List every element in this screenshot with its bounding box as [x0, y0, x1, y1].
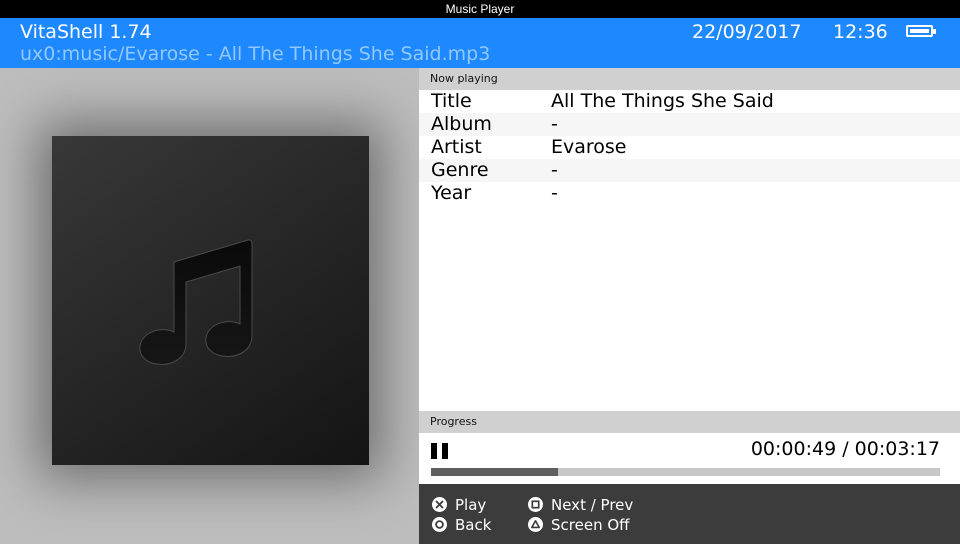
info-row-genre: Genre - — [419, 159, 960, 182]
control-label: Next / Prev — [551, 496, 634, 514]
album-art — [52, 136, 369, 465]
pause-icon[interactable] — [431, 443, 451, 459]
control-label: Play — [455, 496, 487, 514]
date-display: 22/09/2017 — [692, 21, 802, 43]
circle-button-icon — [432, 517, 447, 532]
info-row-year: Year - — [419, 182, 960, 205]
control-label: Back — [455, 516, 492, 534]
music-note-icon — [139, 239, 253, 365]
field-label: Album — [431, 113, 492, 135]
playback-time: 00:00:49 / 00:03:17 — [750, 438, 940, 460]
field-label: Artist — [431, 136, 482, 158]
cross-button-icon — [432, 497, 447, 512]
clock-display: 12:36 — [833, 21, 888, 43]
info-row-album: Album - — [419, 113, 960, 136]
control-label: Screen Off — [551, 516, 630, 534]
field-value: - — [551, 182, 558, 204]
battery-full-icon — [906, 25, 936, 37]
progress-fill — [431, 468, 559, 476]
progress-bar[interactable] — [431, 468, 940, 476]
controls-bar: Play Back Next / Prev Screen Off — [419, 484, 960, 544]
field-value: - — [551, 113, 558, 135]
field-label: Year — [431, 182, 472, 204]
field-value: - — [551, 159, 558, 181]
app-name: VitaShell 1.74 — [20, 21, 152, 43]
info-row-artist: Artist Evarose — [419, 136, 960, 159]
field-value: Evarose — [551, 136, 627, 158]
field-value: All The Things She Said — [551, 90, 774, 112]
album-art-panel — [0, 68, 419, 544]
progress-header: Progress — [419, 411, 960, 433]
square-button-icon — [528, 497, 543, 512]
header-bar: VitaShell 1.74 ux0:music/Evarose - All T… — [0, 18, 960, 68]
field-label: Title — [431, 90, 472, 112]
info-row-title: Title All The Things She Said — [419, 90, 960, 113]
field-label: Genre — [431, 159, 489, 181]
window-title: Music Player — [0, 0, 960, 18]
file-path: ux0:music/Evarose - All The Things She S… — [20, 43, 491, 65]
info-panel: Now playing Title All The Things She Sai… — [419, 68, 960, 544]
triangle-button-icon — [528, 517, 543, 532]
now-playing-header: Now playing — [419, 68, 960, 90]
